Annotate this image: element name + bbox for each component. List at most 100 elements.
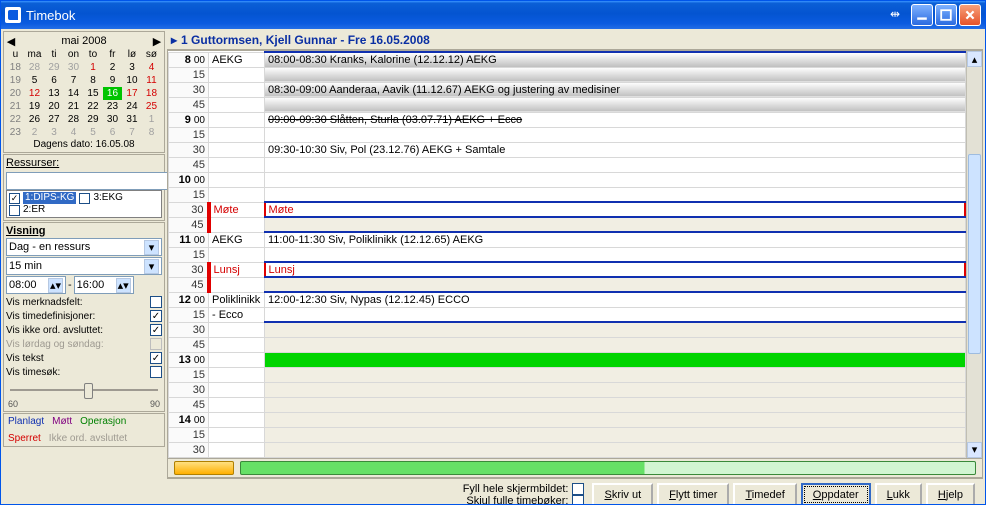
resource-item[interactable]: 2:ER xyxy=(23,204,45,216)
week-number[interactable]: 20 xyxy=(6,87,25,100)
calendar-day[interactable]: 17 xyxy=(122,87,142,100)
calendar-day[interactable]: 8 xyxy=(83,74,103,87)
calendar-grid[interactable]: umationtofrløsø1828293012341956789101120… xyxy=(6,48,162,139)
appointment-cell[interactable]: 09:00-09:30 Slåtten, Sturla (03.07.71) A… xyxy=(265,112,966,127)
end-time-spin[interactable]: 16:00▴▾ xyxy=(74,276,134,294)
time-row[interactable]: 8 00AEKG08:00-08:30 Kranks, Kalorine (12… xyxy=(169,52,966,67)
calendar-day[interactable]: 13 xyxy=(44,87,64,100)
calendar-day[interactable]: 11 xyxy=(142,74,162,87)
view-option-checkbox[interactable]: ✓ xyxy=(150,324,162,336)
view-option-checkbox[interactable]: ✓ xyxy=(150,310,162,322)
calendar-day[interactable]: 2 xyxy=(103,61,123,74)
appointment-cell[interactable]: 08:30-09:00 Aanderaa, Aavik (11.12.67) A… xyxy=(265,82,966,97)
calendar-day[interactable]: 1 xyxy=(83,61,103,74)
calendar-day[interactable]: 27 xyxy=(44,113,64,126)
appointment-cell[interactable]: 12:00-12:30 Siv, Nypas (12.12.45) ECCO xyxy=(265,292,966,307)
schedule-grid[interactable]: 8 00AEKG08:00-08:30 Kranks, Kalorine (12… xyxy=(168,51,966,458)
appointment-cell[interactable] xyxy=(265,397,966,412)
calendar-day[interactable]: 30 xyxy=(64,61,84,74)
scroll-down-button[interactable]: ▾ xyxy=(967,442,982,458)
appointment-cell[interactable] xyxy=(265,412,966,427)
calendar-day[interactable]: 28 xyxy=(64,113,84,126)
calendar-day[interactable]: 22 xyxy=(83,100,103,113)
calendar-day[interactable]: 25 xyxy=(142,100,162,113)
start-time-spin[interactable]: 08:00▴▾ xyxy=(6,276,66,294)
appointment-cell[interactable] xyxy=(265,427,966,442)
appointment-cell[interactable] xyxy=(265,442,966,457)
calendar-day[interactable]: 8 xyxy=(142,126,162,139)
calendar-day[interactable]: 16 xyxy=(103,87,123,100)
appointment-cell[interactable] xyxy=(265,157,966,172)
calendar-day[interactable]: 26 xyxy=(25,113,45,126)
appointment-cell[interactable] xyxy=(265,337,966,352)
maximize-button[interactable] xyxy=(935,4,957,26)
expand-icon[interactable]: ▸ xyxy=(171,33,177,47)
calendar-day[interactable]: 31 xyxy=(122,113,142,126)
resource-checkbox[interactable] xyxy=(9,205,20,216)
time-row[interactable]: 30 xyxy=(169,322,966,337)
calendar-day[interactable]: 3 xyxy=(122,61,142,74)
calendar-day[interactable]: 18 xyxy=(142,87,162,100)
appointment-cell[interactable] xyxy=(265,367,966,382)
prev-month-button[interactable]: ◀ xyxy=(6,35,16,48)
calendar-day[interactable]: 5 xyxy=(83,126,103,139)
calendar-day[interactable]: 12 xyxy=(25,87,45,100)
appointment-cell[interactable]: 09:30-10:30 Siv, Pol (23.12.76) AEKG + S… xyxy=(265,142,966,157)
time-row[interactable]: 45 xyxy=(169,337,966,352)
time-row[interactable]: 30MøteMøte xyxy=(169,202,966,217)
calendar-day[interactable]: 1 xyxy=(142,113,162,126)
time-row[interactable]: 15 xyxy=(169,247,966,262)
appointment-cell[interactable] xyxy=(265,217,966,232)
appointment-cell[interactable] xyxy=(265,277,966,292)
hide-full-checkbox[interactable] xyxy=(572,495,584,505)
calendar-day[interactable]: 29 xyxy=(83,113,103,126)
calendar-day[interactable]: 29 xyxy=(44,61,64,74)
flytt-timer-button[interactable]: Flytt timer xyxy=(657,483,729,504)
skriv-ut-button[interactable]: Skriv ut xyxy=(592,483,653,504)
calendar-day[interactable]: 2 xyxy=(25,126,45,139)
appointment-cell[interactable] xyxy=(265,97,966,112)
time-row[interactable]: 30 xyxy=(169,382,966,397)
calendar-day[interactable]: 6 xyxy=(103,126,123,139)
week-number[interactable]: 19 xyxy=(6,74,25,87)
view-mode-combo[interactable]: Dag - en ressurs▾ xyxy=(6,238,162,256)
timedef-button[interactable]: Timedef xyxy=(733,483,796,504)
resource-search-input[interactable] xyxy=(6,172,189,190)
appointment-cell[interactable] xyxy=(265,127,966,142)
time-row[interactable]: 12 00Poliklinikk12:00-12:30 Siv, Nypas (… xyxy=(169,292,966,307)
zoom-slider[interactable] xyxy=(6,379,162,399)
vertical-scrollbar[interactable]: ▴ ▾ xyxy=(966,51,982,458)
resource-list[interactable]: ✓1:DIPS-KG3:EKG2:ER xyxy=(6,190,162,218)
time-row[interactable]: 45 xyxy=(169,217,966,232)
time-row[interactable]: 15 xyxy=(169,367,966,382)
time-row[interactable]: 45 xyxy=(169,397,966,412)
calendar-day[interactable]: 10 xyxy=(122,74,142,87)
calendar-day[interactable]: 9 xyxy=(103,74,123,87)
appointment-cell[interactable]: Møte xyxy=(265,202,966,217)
time-row[interactable]: 10 00 xyxy=(169,172,966,187)
appointment-cell[interactable] xyxy=(265,67,966,82)
calendar-day[interactable]: 3 xyxy=(44,126,64,139)
appointment-cell[interactable] xyxy=(265,247,966,262)
calendar-day[interactable]: 19 xyxy=(25,100,45,113)
fill-screen-checkbox[interactable] xyxy=(572,483,584,495)
time-row[interactable]: 15- Ecco xyxy=(169,307,966,322)
week-number[interactable]: 22 xyxy=(6,113,25,126)
time-row[interactable]: 30 xyxy=(169,442,966,457)
calendar-day[interactable]: 24 xyxy=(122,100,142,113)
calendar-day[interactable]: 20 xyxy=(44,100,64,113)
time-row[interactable]: 15 xyxy=(169,187,966,202)
calendar-day[interactable]: 4 xyxy=(64,126,84,139)
oppdater-button[interactable]: Oppdater xyxy=(801,483,871,504)
time-row[interactable]: 3009:30-10:30 Siv, Pol (23.12.76) AEKG +… xyxy=(169,142,966,157)
calendar-day[interactable]: 6 xyxy=(44,74,64,87)
scroll-thumb[interactable] xyxy=(968,154,981,354)
appointment-cell[interactable] xyxy=(265,352,966,367)
calendar-day[interactable]: 7 xyxy=(64,74,84,87)
today-label[interactable]: Dagens dato: 16.05.08 xyxy=(6,139,162,150)
time-row[interactable]: 11 00AEKG11:00-11:30 Siv, Poliklinikk (1… xyxy=(169,232,966,247)
hjelp-button[interactable]: Hjelp xyxy=(926,483,975,504)
resource-checkbox[interactable] xyxy=(79,193,90,204)
appointment-cell[interactable]: Lunsj xyxy=(265,262,966,277)
time-row[interactable]: 30LunsjLunsj xyxy=(169,262,966,277)
